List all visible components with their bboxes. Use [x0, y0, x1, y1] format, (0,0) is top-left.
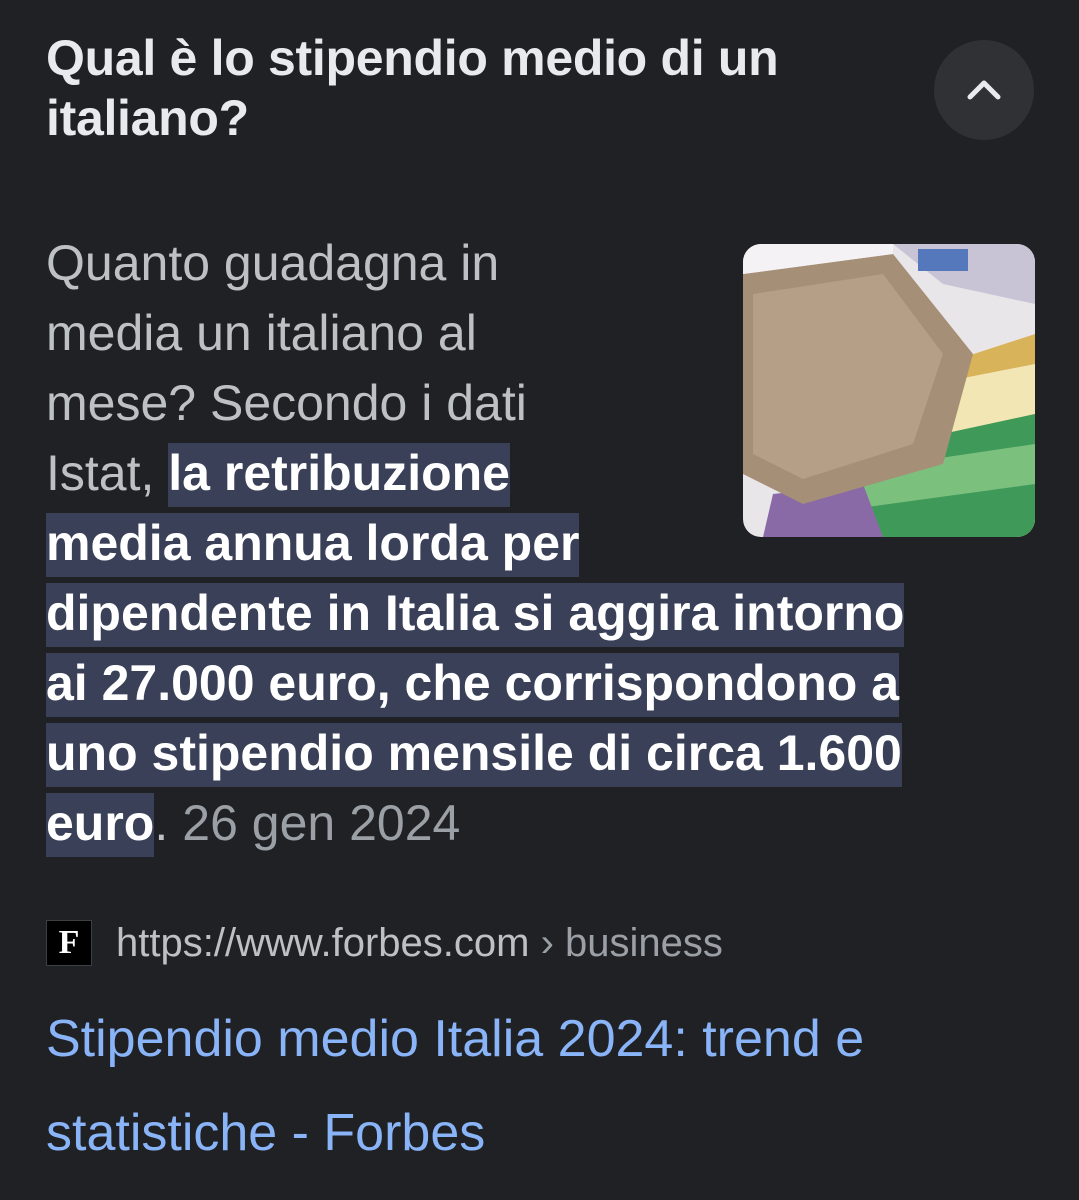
answer-line: uno stipendio mensile di circa 1.600 — [46, 718, 1036, 788]
result-source[interactable]: F https://www.forbes.com › business — [46, 918, 723, 968]
source-url: https://www.forbes.com — [116, 920, 530, 965]
collapse-button[interactable] — [934, 40, 1034, 140]
highlighted-answer: uno stipendio mensile di circa 1.600 — [46, 723, 902, 787]
source-breadcrumb: › business — [540, 920, 723, 965]
result-title-line: Stipendio medio Italia 2024: trend e — [46, 1010, 865, 1068]
snippet-date: 26 gen 2024 — [182, 795, 461, 851]
result-title-line: statistiche - Forbes — [46, 1104, 486, 1162]
highlighted-answer: euro — [46, 793, 155, 857]
question-title: Qual è lo stipendio medio di un italiano… — [46, 30, 779, 146]
chevron-up-icon — [967, 80, 1001, 100]
answer-line: euro. 26 gen 2024 — [46, 788, 1036, 858]
result-title-link[interactable]: Stipendio medio Italia 2024: trend e sta… — [46, 992, 1036, 1180]
highlighted-answer: ai 27.000 euro, che corrispondono a — [46, 653, 900, 717]
snippet-thumbnail[interactable] — [743, 244, 1035, 537]
highlighted-answer: media annua lorda per — [46, 513, 580, 577]
highlighted-answer: la retribuzione — [168, 443, 510, 507]
answer-line: ai 27.000 euro, che corrispondono a — [46, 648, 1036, 718]
answer-line: dipendente in Italia si aggira intorno — [46, 578, 1036, 648]
euro-banknotes-image — [743, 244, 1035, 537]
highlighted-answer: dipendente in Italia si aggira intorno — [46, 583, 905, 647]
forbes-favicon-icon: F — [46, 920, 92, 966]
